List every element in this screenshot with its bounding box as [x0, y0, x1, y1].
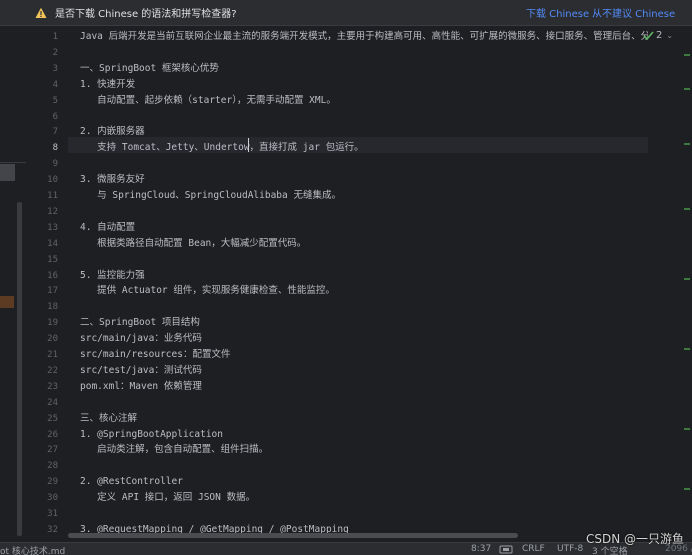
stripe-mark[interactable] — [684, 143, 690, 145]
line-number: 30 — [47, 493, 58, 504]
editor-line[interactable]: 根据类路径自动配置 Bean，大幅减少配置代码。 — [80, 236, 306, 252]
editor-line[interactable]: 二、SpringBoot 项目结构 — [80, 315, 200, 331]
selected-tree-item[interactable] — [0, 164, 15, 181]
line-number: 31 — [47, 509, 58, 519]
notification-banner: 是否下载 Chinese 的语法和拼写检查器? 下载 Chinese 从不建议 … — [0, 0, 692, 26]
editor-line[interactable]: src/main/java：业务代码 — [80, 331, 202, 347]
line-number: 11 — [47, 191, 58, 201]
editor-line[interactable]: 5. 监控能力强 — [80, 268, 145, 284]
line-number: 24 — [47, 397, 58, 408]
editor-line[interactable]: src/test/java：测试代码 — [80, 363, 202, 379]
line-number: 18 — [47, 302, 58, 313]
project-scrollbar[interactable] — [17, 202, 22, 536]
never-suggest-link[interactable]: 从不建议 Chinese — [592, 5, 675, 20]
line-number: 13 — [47, 222, 58, 233]
editor-line[interactable]: 自动配置、起步依赖（starter），无需手动配置 XML。 — [80, 93, 336, 109]
project-tool-strip — [0, 26, 26, 542]
editor-line[interactable]: 3. 微服务友好 — [80, 172, 145, 188]
check-icon — [643, 31, 654, 41]
editor-line[interactable]: Java 后端开发是当前互联网企业最主流的服务端开发模式，主要用于构建高可用、高… — [80, 29, 648, 45]
line-number: 14 — [47, 238, 58, 249]
editor-line[interactable]: 定义 API 接口，返回 JSON 数据。 — [80, 490, 255, 506]
line-number: 9 — [52, 159, 58, 170]
stripe-mark[interactable] — [684, 278, 690, 280]
line-number: 7 — [52, 127, 58, 138]
line-number: 19 — [47, 318, 58, 329]
status-encoding[interactable]: UTF-8 — [557, 544, 583, 554]
editor-line[interactable]: 2. @RestController — [80, 474, 183, 490]
line-number: 25 — [47, 413, 58, 424]
stripe-mark[interactable] — [684, 348, 690, 350]
stripe-mark[interactable] — [684, 488, 690, 490]
readonly-toggle-icon[interactable] — [499, 544, 513, 554]
line-number: 21 — [47, 350, 58, 360]
line-number-gutter: 1 2 3 4 5 6 7 8 9 10 11 12 13 14 15 16 17 18 19 20 21 22 23 24 2… — [26, 26, 68, 542]
stripe-mark[interactable] — [684, 88, 690, 90]
text-caret — [248, 138, 249, 152]
editor-line[interactable]: src/main/resources：配置文件 — [80, 347, 230, 363]
line-number: 27 — [47, 445, 58, 456]
download-chinese-link[interactable]: 下载 Chinese — [526, 5, 589, 20]
divider — [0, 162, 26, 163]
line-number: 17 — [47, 286, 58, 297]
line-number: 16 — [47, 270, 58, 281]
editor-line[interactable]: 4. 自动配置 — [80, 220, 135, 236]
warning-icon — [35, 7, 47, 18]
line-number: 8 — [52, 143, 58, 154]
line-number: 15 — [47, 254, 58, 265]
status-line-separator[interactable]: CRLF — [522, 544, 545, 554]
editor-line[interactable]: 三、核心注解 — [80, 411, 137, 427]
stripe-mark[interactable] — [684, 54, 690, 56]
editor-line[interactable]: 2. 内嵌服务器 — [80, 124, 145, 140]
line-number: 3 — [52, 63, 58, 74]
editor-line[interactable]: 启动类注解，包含自动配置、组件扫描。 — [80, 442, 268, 458]
horizontal-scrollbar[interactable] — [68, 533, 518, 538]
modified-marker — [0, 296, 14, 308]
editor-line[interactable]: 支持 Tomcat、Jetty、Undertow，直接打成 jar 包运行。 — [80, 140, 364, 156]
stripe-mark[interactable] — [684, 428, 690, 430]
line-number: 10 — [47, 175, 58, 186]
editor-line[interactable]: 一、SpringBoot 框架核心优势 — [80, 61, 219, 77]
line-number: 2 — [52, 47, 58, 58]
line-number: 28 — [47, 461, 58, 472]
status-caret-position[interactable]: 8:37 — [471, 544, 491, 554]
text-editor[interactable]: Java 后端开发是当前互联网企业最主流的服务端开发模式，主要用于构建高可用、高… — [68, 26, 648, 542]
inspection-count: 2 — [656, 30, 663, 41]
line-number: 22 — [47, 365, 58, 376]
banner-message: 是否下载 Chinese 的语法和拼写检查器? — [55, 9, 237, 20]
line-number: 23 — [47, 381, 58, 392]
line-number: 1 — [52, 32, 58, 42]
stripe-mark[interactable] — [684, 208, 690, 210]
line-number: 26 — [47, 429, 58, 440]
line-number: 20 — [47, 334, 58, 345]
editor-line[interactable]: 提供 Actuator 组件，实现服务健康检查、性能监控。 — [80, 283, 335, 299]
editor-line[interactable]: 1. @SpringBootApplication — [80, 427, 223, 443]
watermark: CSDN @一只游鱼 — [586, 532, 685, 546]
line-number: 29 — [47, 477, 58, 488]
chevron-down-icon: ⌄ — [666, 31, 674, 40]
editor-line[interactable]: 1. 快速开发 — [80, 77, 135, 93]
line-number: 6 — [52, 111, 58, 122]
editor-line[interactable]: pom.xml：Maven 依赖管理 — [80, 379, 202, 395]
editor-line[interactable]: 与 SpringCloud、SpringCloudAlibaba 无缝集成。 — [80, 188, 341, 204]
line-number: 5 — [52, 95, 58, 106]
line-number: 12 — [47, 206, 58, 217]
error-stripe[interactable] — [684, 48, 690, 518]
line-number: 4 — [52, 79, 58, 90]
line-number: 32 — [47, 524, 58, 535]
status-file-path[interactable]: ot 核心技术.md — [0, 544, 65, 555]
inspection-widget[interactable]: 2 ⌄ — [643, 30, 673, 41]
